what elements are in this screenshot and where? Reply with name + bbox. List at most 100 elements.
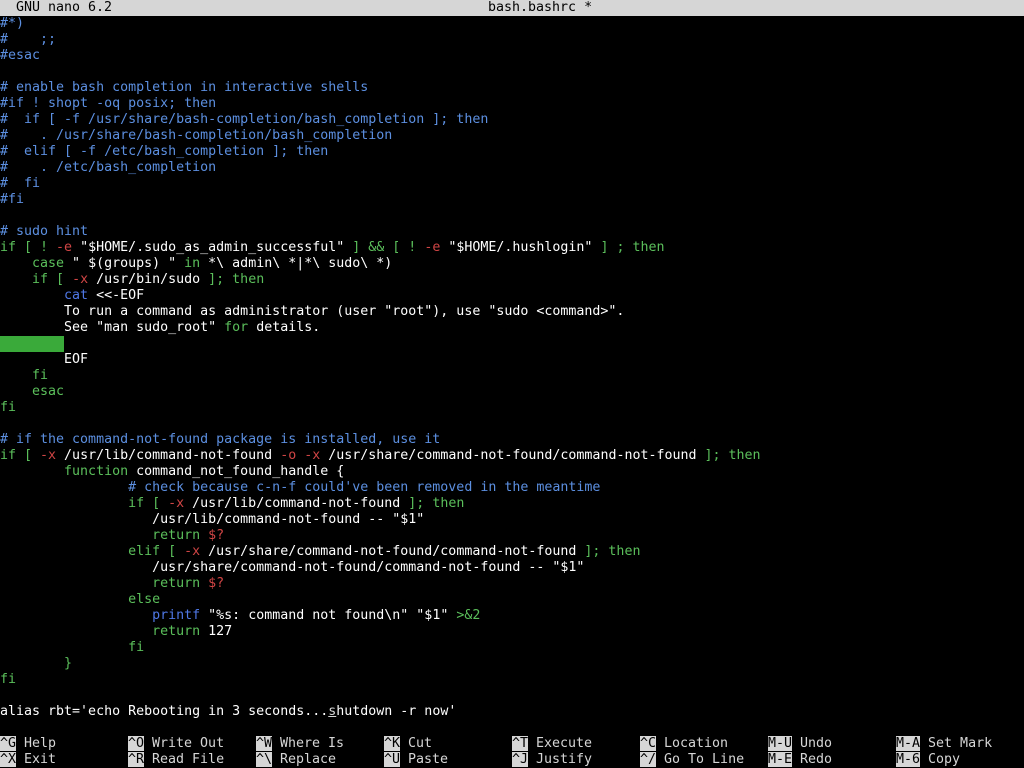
- shortcut-key: ^\: [256, 752, 273, 767]
- code-line[interactable]: # ;;: [0, 32, 1024, 48]
- code-line[interactable]: case " $(groups) " in *\ admin\ *|*\ sud…: [0, 256, 1024, 272]
- code-line[interactable]: # if the command-not-found package is in…: [0, 432, 1024, 448]
- code-line[interactable]: fi: [0, 368, 1024, 384]
- code-line[interactable]: fi: [0, 400, 1024, 416]
- code-line[interactable]: # . /usr/share/bash-completion/bash_comp…: [0, 128, 1024, 144]
- code-line[interactable]: [0, 336, 1024, 352]
- code-line[interactable]: alias rbt='echo Rebooting in 3 seconds..…: [0, 704, 1024, 720]
- code-line[interactable]: /usr/lib/command-not-found -- "$1": [0, 512, 1024, 528]
- shortcut-key: ^W: [256, 736, 273, 751]
- shortcut-label: Paste: [400, 752, 449, 767]
- code-line[interactable]: [0, 416, 1024, 432]
- shortcut-label: Help: [16, 736, 57, 751]
- code-token: To run a command as administrator (user …: [0, 304, 625, 319]
- code-token: if [ !: [0, 240, 57, 255]
- code-token: function: [0, 464, 129, 479]
- code-line[interactable]: # check because c-n-f could've been remo…: [0, 480, 1024, 496]
- code-token: -e: [56, 240, 73, 255]
- code-token: -x: [40, 448, 57, 463]
- shortcut-key: ^O: [128, 736, 145, 751]
- code-line[interactable]: else: [0, 592, 1024, 608]
- code-line[interactable]: #esac: [0, 48, 1024, 64]
- code-line[interactable]: # if [ -f /usr/share/bash-completion/bas…: [0, 112, 1024, 128]
- nano-editor-screen: GNU nano 6.2 bash.bashrc * #*) # ;; #esac #…: [0, 0, 1024, 768]
- code-token: /usr/bin/sudo: [88, 272, 201, 287]
- shortcut-where-is[interactable]: ^W Where Is: [256, 736, 344, 752]
- code-line[interactable]: elif [ -x /usr/share/command-not-found/c…: [0, 544, 1024, 560]
- code-line[interactable]: if [ -x /usr/lib/command-not-found ]; th…: [0, 496, 1024, 512]
- code-line[interactable]: EOF: [0, 352, 1024, 368]
- shortcut-help[interactable]: ^G Help: [0, 736, 56, 752]
- shortcut-key: ^C: [640, 736, 657, 751]
- code-line[interactable]: [0, 688, 1024, 704]
- code-token: return: [0, 528, 201, 543]
- code-line[interactable]: }: [0, 656, 1024, 672]
- code-line[interactable]: if [ -x /usr/bin/sudo ]; then: [0, 272, 1024, 288]
- code-token: #fi: [0, 192, 25, 207]
- code-line[interactable]: [0, 64, 1024, 80]
- code-token: return: [0, 576, 201, 591]
- code-line[interactable]: fi: [0, 672, 1024, 688]
- code-token: #esac: [0, 48, 41, 63]
- code-line[interactable]: cat <<-EOF: [0, 288, 1024, 304]
- shortcut-go-to-line[interactable]: ^/ Go To Line: [640, 752, 744, 768]
- code-line[interactable]: if [ -x /usr/lib/command-not-found -o -x…: [0, 448, 1024, 464]
- code-line[interactable]: if [ ! -e "$HOME/.sudo_as_admin_successf…: [0, 240, 1024, 256]
- code-token: ]; then: [200, 272, 265, 287]
- code-token: $?: [200, 528, 225, 543]
- code-line[interactable]: return 127: [0, 624, 1024, 640]
- code-line[interactable]: #*): [0, 16, 1024, 32]
- code-token: command_not_found_handle {: [128, 464, 345, 479]
- shortcut-justify[interactable]: ^J Justify: [512, 752, 592, 768]
- shortcut-key: ^J: [512, 752, 529, 767]
- code-line[interactable]: return $?: [0, 576, 1024, 592]
- code-line[interactable]: # fi: [0, 176, 1024, 192]
- shortcut-undo[interactable]: M-U Undo: [768, 736, 832, 752]
- code-line[interactable]: function command_not_found_handle {: [0, 464, 1024, 480]
- shortcut-exit[interactable]: ^X Exit: [0, 752, 56, 768]
- text-editor-area[interactable]: #*) # ;; #esac # enable bash completion in …: [0, 16, 1024, 720]
- code-line[interactable]: #fi: [0, 192, 1024, 208]
- code-line[interactable]: esac: [0, 384, 1024, 400]
- code-line[interactable]: [0, 208, 1024, 224]
- code-line[interactable]: # sudo hint: [0, 224, 1024, 240]
- shortcut-replace[interactable]: ^\ Replace: [256, 752, 336, 768]
- code-token: in: [176, 256, 201, 271]
- code-token: /usr/share/command-not-found/command-not…: [320, 448, 697, 463]
- code-token: -x: [72, 272, 89, 287]
- shortcut-copy[interactable]: M-6 Copy: [896, 752, 960, 768]
- code-token: hutdown -r now': [336, 704, 457, 719]
- shortcut-write-out[interactable]: ^O Write Out: [128, 736, 224, 752]
- code-token: -x: [168, 496, 185, 511]
- title-bar: GNU nano 6.2 bash.bashrc *: [0, 0, 1024, 16]
- code-line[interactable]: See "man sudo_root" for details.: [0, 320, 1024, 336]
- shortcut-label: Replace: [272, 752, 337, 767]
- code-line[interactable]: printf "%s: command not found\n" "$1" >&…: [0, 608, 1024, 624]
- code-token: # elif [ -f /etc/bash_completion ]; then: [0, 144, 329, 159]
- code-line[interactable]: To run a command as administrator (user …: [0, 304, 1024, 320]
- code-token: esac: [0, 384, 65, 399]
- shortcut-label: Redo: [792, 752, 833, 767]
- shortcut-redo[interactable]: M-E Redo: [768, 752, 832, 768]
- shortcut-set-mark[interactable]: M-A Set Mark: [896, 736, 992, 752]
- code-token: #*): [0, 16, 25, 31]
- code-token: # check because c-n-f could've been remo…: [0, 480, 601, 495]
- shortcut-cut[interactable]: ^K Cut: [384, 736, 432, 752]
- shortcut-paste[interactable]: ^U Paste: [384, 752, 448, 768]
- shortcut-key: M-E: [768, 752, 793, 767]
- code-line[interactable]: return $?: [0, 528, 1024, 544]
- code-line[interactable]: # enable bash completion in interactive …: [0, 80, 1024, 96]
- code-line[interactable]: # elif [ -f /etc/bash_completion ]; then: [0, 144, 1024, 160]
- code-line[interactable]: /usr/share/command-not-found/command-not…: [0, 560, 1024, 576]
- code-token: fi: [0, 400, 17, 415]
- shortcut-label: Read File: [144, 752, 225, 767]
- code-token: details.: [248, 320, 321, 335]
- code-token: ]; then: [400, 496, 465, 511]
- code-line[interactable]: # . /etc/bash_completion: [0, 160, 1024, 176]
- code-line[interactable]: #if ! shopt -oq posix; then: [0, 96, 1024, 112]
- shortcut-read-file[interactable]: ^R Read File: [128, 752, 224, 768]
- shortcut-execute[interactable]: ^T Execute: [512, 736, 592, 752]
- shortcut-location[interactable]: ^C Location: [640, 736, 728, 752]
- code-token: for: [224, 320, 249, 335]
- code-line[interactable]: fi: [0, 640, 1024, 656]
